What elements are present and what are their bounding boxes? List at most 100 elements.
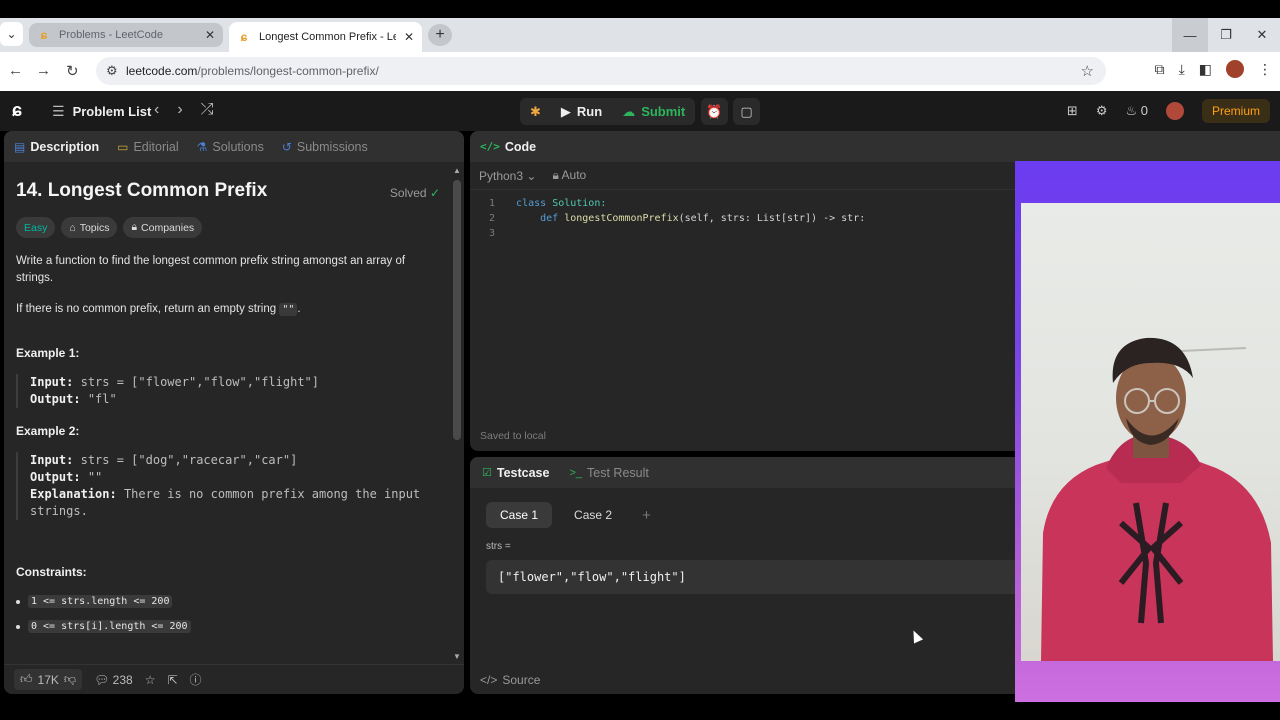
- code-editor[interactable]: 1 class Solution: 2 def longestCommonPre…: [480, 196, 865, 241]
- case-2-tab[interactable]: Case 2: [560, 502, 626, 528]
- tab-label: Testcase: [496, 465, 550, 480]
- streak-count: 0: [1140, 103, 1148, 118]
- solved-label: Solved: [389, 186, 427, 200]
- reload-icon[interactable]: ↻: [66, 62, 79, 80]
- browser-tab-problems[interactable]: ɕ Problems - LeetCode ✕: [29, 23, 223, 47]
- source-button[interactable]: </> Source: [480, 673, 540, 687]
- minimize-button[interactable]: —: [1172, 18, 1208, 52]
- timer-button[interactable]: ⏰: [701, 98, 728, 125]
- tab-description[interactable]: ▤ Description: [14, 140, 99, 154]
- code-panel-title: Code: [504, 139, 537, 154]
- like-button[interactable]: 👍︎ 17K 👎︎: [14, 669, 83, 690]
- comments-button[interactable]: 💬︎ 238: [94, 673, 133, 687]
- tab-solutions[interactable]: ⚗ Solutions: [197, 140, 264, 154]
- new-tab-button[interactable]: +: [428, 24, 452, 46]
- next-problem-icon[interactable]: ›: [177, 101, 182, 119]
- favorite-star-icon[interactable]: ☆: [145, 673, 156, 687]
- layout-icon[interactable]: ⊞: [1067, 103, 1078, 119]
- leetcode-logo-icon[interactable]: ɕ: [12, 100, 32, 122]
- restore-button[interactable]: ❐: [1208, 18, 1244, 52]
- note-icon: ▢: [740, 103, 753, 119]
- submit-button[interactable]: ☁ Submit: [612, 98, 695, 125]
- topbar-right: ⊞ ⚙ ♨ 0 Premium: [1067, 99, 1270, 123]
- site-info-icon[interactable]: ⚙: [106, 63, 118, 79]
- extensions-icon[interactable]: ⧉: [1155, 61, 1165, 78]
- language-label: Python3: [479, 168, 524, 183]
- alarm-icon: ⏰: [706, 103, 723, 119]
- example-1-heading: Example 1:: [16, 346, 80, 360]
- tab-label: Test Result: [587, 465, 649, 480]
- prev-problem-icon[interactable]: ‹: [154, 101, 159, 119]
- problem-tags: Easy ⌂ Topics 🔒︎ Companies: [16, 217, 440, 238]
- user-avatar[interactable]: [1165, 102, 1184, 120]
- forward-icon[interactable]: →: [36, 62, 51, 79]
- run-button[interactable]: ▶ Run: [551, 98, 612, 125]
- debug-button[interactable]: ✱: [520, 98, 551, 125]
- download-icon[interactable]: ⤓: [1179, 61, 1185, 78]
- settings-gear-icon[interactable]: ⚙: [1096, 103, 1108, 119]
- close-window-button[interactable]: ✕: [1244, 18, 1280, 52]
- problem-list-button[interactable]: ☰ Problem List: [52, 103, 151, 120]
- inline-code: "": [279, 303, 298, 316]
- profile-avatar[interactable]: [1226, 60, 1244, 78]
- example-2-heading: Example 2:: [16, 424, 80, 438]
- notes-button[interactable]: ▢: [733, 98, 760, 125]
- problem-nav: ‹ › ⤮: [154, 101, 213, 119]
- difficulty-badge: Easy: [16, 217, 56, 238]
- share-icon[interactable]: ⇱: [167, 673, 177, 687]
- add-case-icon[interactable]: +: [642, 507, 651, 524]
- tab-label: Editorial: [133, 139, 179, 154]
- auto-mode-toggle[interactable]: 🔒︎ Auto: [552, 168, 586, 183]
- tab-submissions[interactable]: ↺ Submissions: [282, 140, 368, 154]
- browser-menu-icon[interactable]: ⋮: [1258, 61, 1272, 78]
- scrollbar-thumb[interactable]: [453, 180, 461, 440]
- streak-counter[interactable]: ♨ 0: [1125, 103, 1148, 119]
- mode-label: Auto: [561, 168, 587, 182]
- close-tab-icon[interactable]: ✕: [205, 28, 215, 42]
- checkbox-icon: ☑: [482, 467, 492, 479]
- window-controls: — ❐ ✕: [1172, 18, 1280, 52]
- premium-button[interactable]: Premium: [1201, 99, 1270, 123]
- line-number: 3: [488, 228, 496, 239]
- solved-status: Solved ✓: [390, 186, 440, 200]
- keyword: class: [516, 198, 547, 209]
- code-line: 2 def longestCommonPrefix (self, strs: Li…: [480, 211, 865, 226]
- topics-tag[interactable]: ⌂ Topics: [61, 217, 118, 238]
- scroll-down-icon[interactable]: ▼: [453, 652, 461, 661]
- description-panel: ▤ Description ▭ Editorial ⚗ Solutions ↺ Subm…: [4, 131, 464, 694]
- back-icon[interactable]: ←: [8, 62, 23, 79]
- constraints-heading: Constraints:: [16, 565, 87, 579]
- companies-tag[interactable]: 🔒︎ Companies: [123, 217, 203, 238]
- play-icon: ▶: [560, 103, 571, 119]
- problem-title[interactable]: 14. Longest Common Prefix: [16, 180, 440, 202]
- thumbs-down-icon[interactable]: 👎︎: [64, 672, 76, 687]
- description-scrollbar[interactable]: ▲ ▼: [453, 166, 461, 661]
- tab-test-result[interactable]: >_ Test Result: [569, 466, 648, 480]
- line-number: 2: [488, 213, 496, 224]
- description-footer: 👍︎ 17K 👎︎ 💬︎ 238 ☆ ⇱ ⓘ: [4, 664, 464, 694]
- help-icon[interactable]: ⓘ: [190, 671, 202, 688]
- output-label: Output:: [30, 392, 81, 406]
- side-panel-icon[interactable]: ◧: [1199, 61, 1212, 78]
- url-field[interactable]: ⚙ leetcode.com/problems/longest-common-p…: [96, 57, 1106, 85]
- tab-editorial[interactable]: ▭ Editorial: [117, 140, 179, 154]
- bookmark-star-icon[interactable]: ☆: [1081, 62, 1094, 80]
- terminal-icon: >_: [569, 466, 583, 479]
- scroll-up-icon[interactable]: ▲: [453, 166, 461, 175]
- random-problem-icon[interactable]: ⤮: [201, 101, 214, 119]
- lock-icon: 🔒︎: [131, 221, 138, 233]
- tab-testcase[interactable]: ☑ Testcase: [482, 466, 549, 480]
- language-select[interactable]: Python3 ⌄: [479, 169, 536, 183]
- tab-search-button[interactable]: ⌄: [0, 22, 23, 46]
- webcam-video: [1021, 203, 1280, 661]
- cloud-upload-icon: ☁: [622, 103, 636, 119]
- close-tab-icon[interactable]: ✕: [404, 30, 414, 44]
- case-tabs: Case 1 Case 2 +: [486, 502, 651, 528]
- leetcode-favicon-icon: ɕ: [40, 28, 48, 42]
- input-value: strs = ["flower","flow","flight"]: [80, 375, 320, 389]
- output-label: Output:: [30, 470, 81, 484]
- browser-tab-longest-common-prefix[interactable]: ɕ Longest Common Prefix - LeetC ✕: [229, 22, 422, 52]
- input-value: strs = ["dog","racecar","car"]: [80, 453, 298, 467]
- topics-label: Topics: [79, 221, 110, 234]
- case-1-tab[interactable]: Case 1: [486, 502, 553, 528]
